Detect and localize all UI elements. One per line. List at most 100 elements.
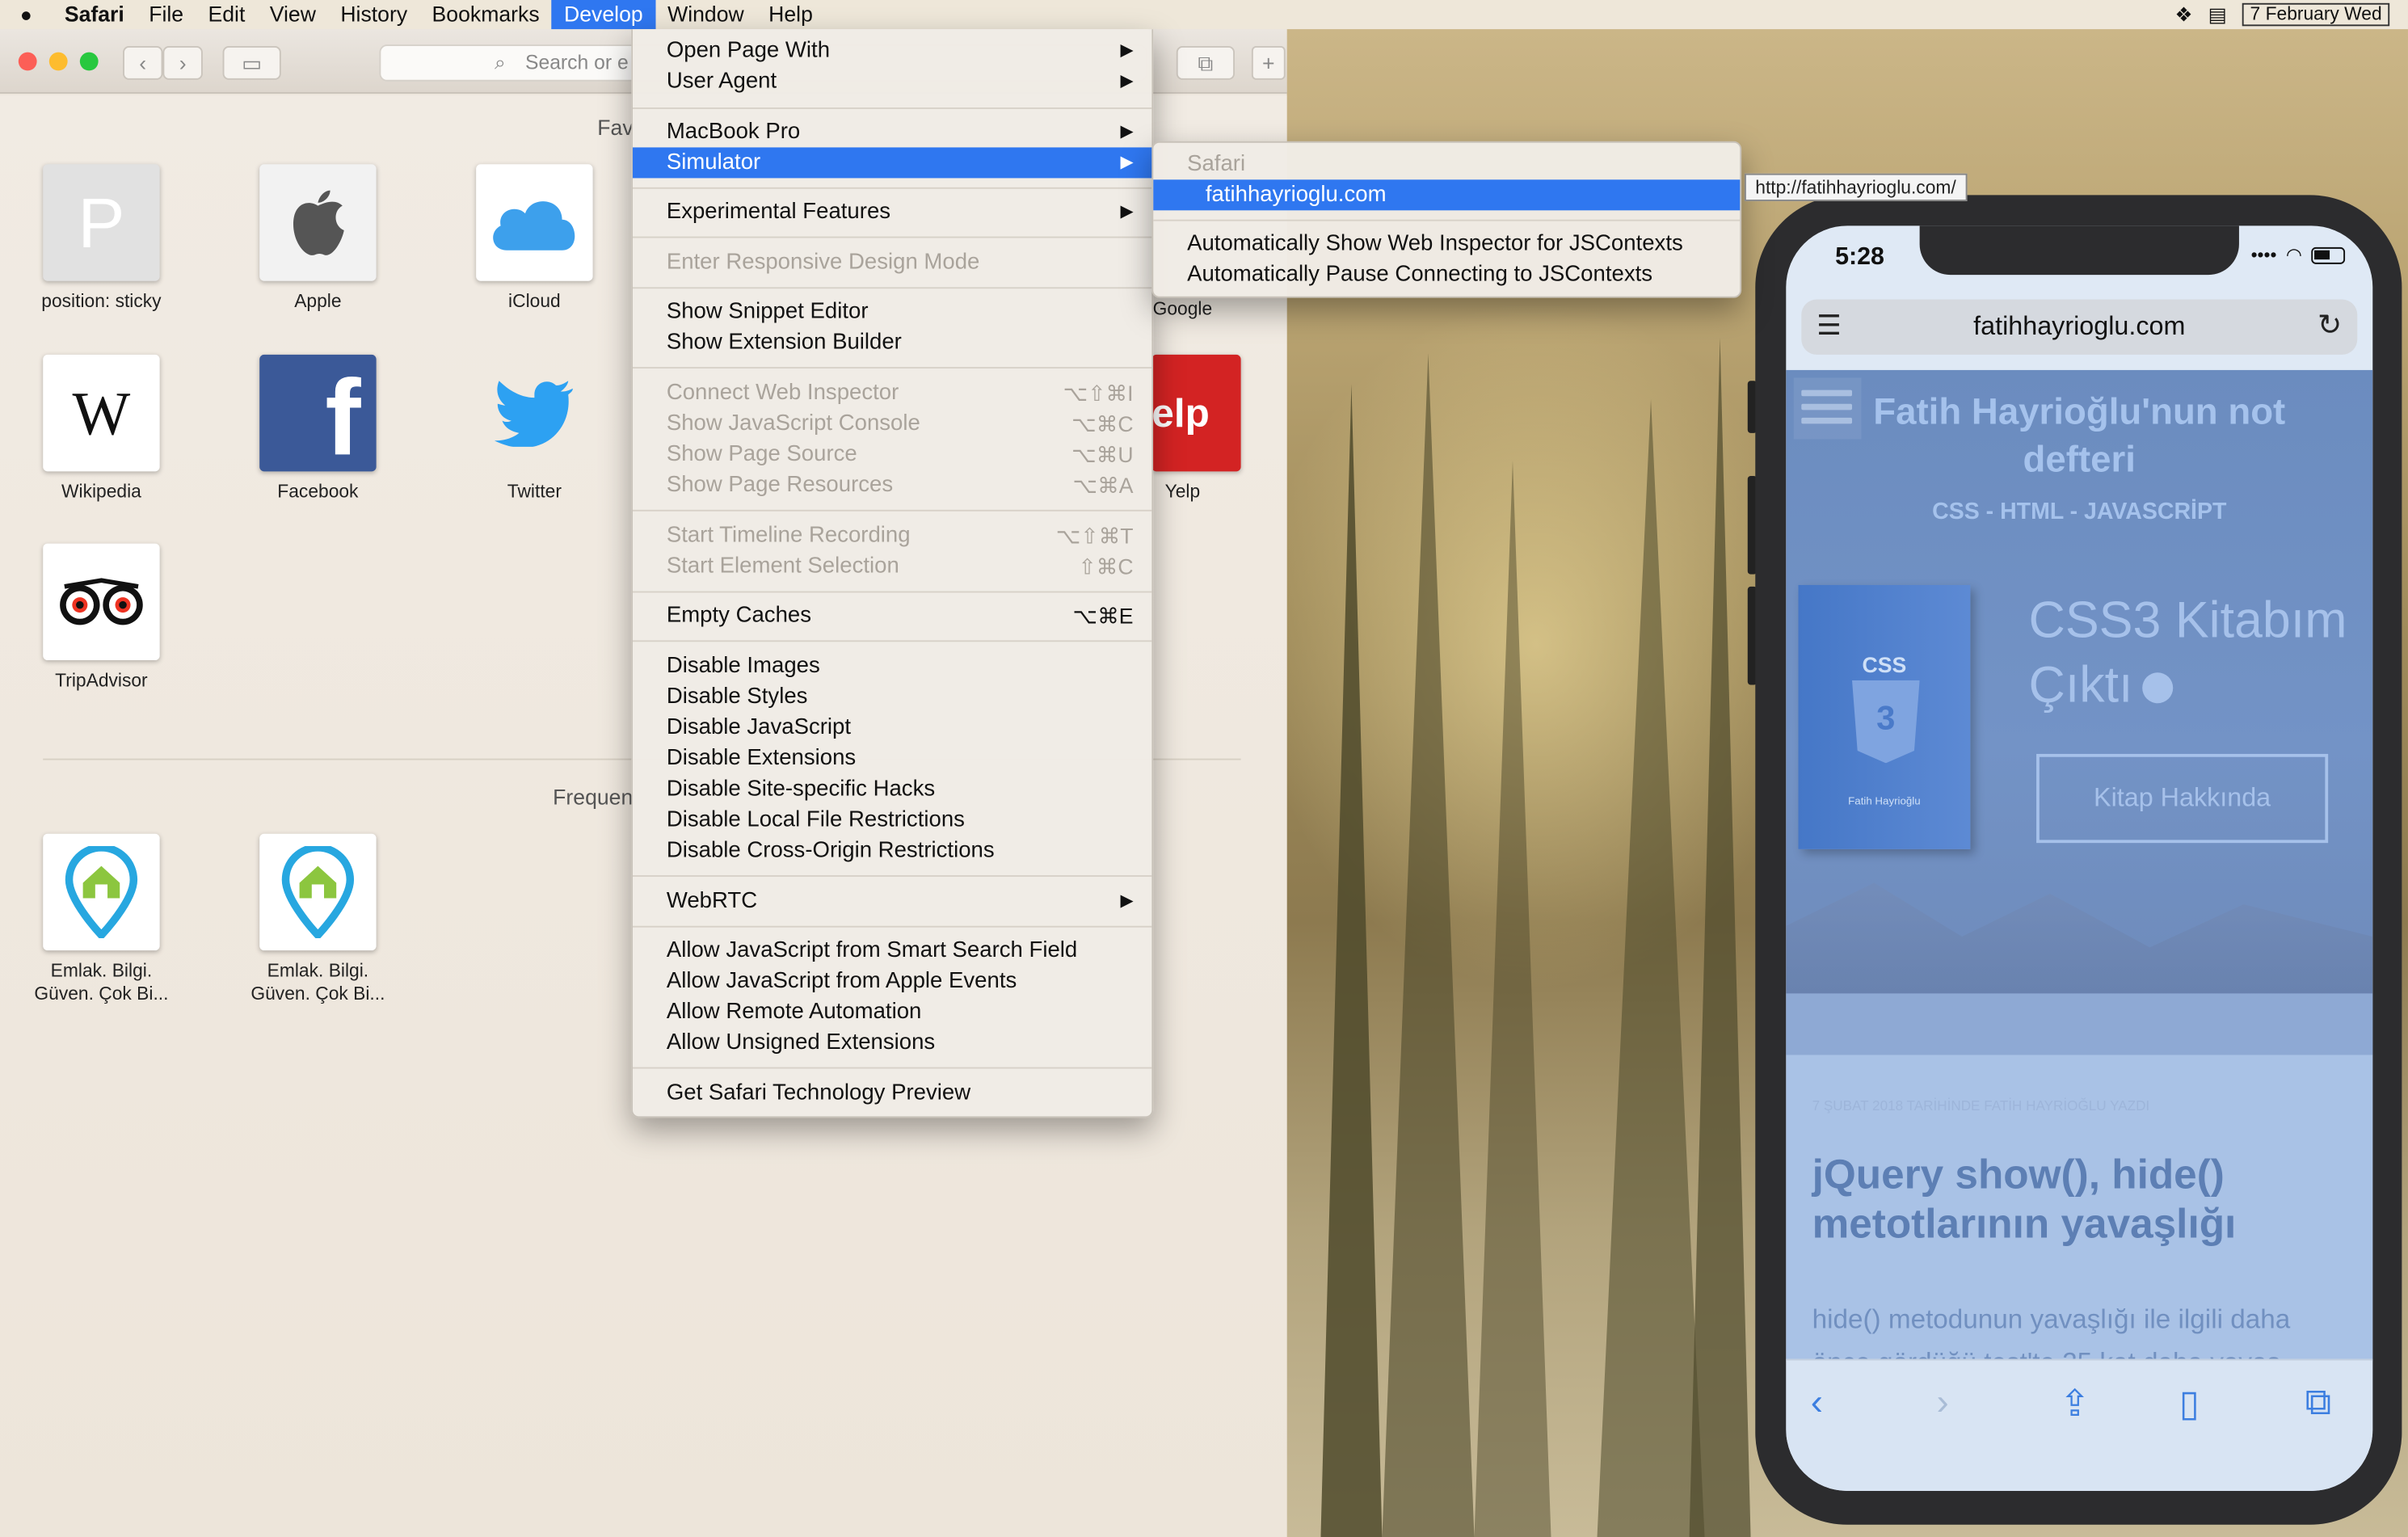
- menu-separator: [633, 236, 1152, 238]
- submenu-item-auto-pause[interactable]: Automatically Pause Connecting to JSCont…: [1153, 259, 1740, 290]
- favorite-twitter[interactable]: Twitter: [442, 355, 626, 503]
- menu-item-simulator[interactable]: Simulator ▶: [633, 147, 1152, 179]
- favorite-apple[interactable]: Apple: [225, 164, 410, 313]
- favorite-icloud[interactable]: iCloud: [442, 164, 626, 313]
- site-subtitle: CSS - HTML - JAVASCRİPT: [1932, 499, 2227, 525]
- mobile-url-bar[interactable]: ☰ fatihhayrioglu.com ↻: [1801, 299, 2358, 355]
- menu-item-user-agent[interactable]: User Agent ▶: [633, 66, 1151, 97]
- menu-bookmarks[interactable]: Bookmarks: [419, 0, 552, 29]
- location-house-icon: [259, 833, 377, 951]
- submenu-item-fatihhayrioglu[interactable]: fatihhayrioglu.com: [1153, 179, 1741, 211]
- new-tab-icon[interactable]: +: [1251, 46, 1286, 80]
- menu-edit[interactable]: Edit: [196, 0, 257, 29]
- menu-item-disable-styles[interactable]: Disable Styles: [633, 682, 1151, 713]
- menu-item-empty-caches[interactable]: Empty Caches ⌥⌘E: [633, 600, 1151, 631]
- css3-book-cover[interactable]: CSS 3 Fatih Hayrioğlu: [1798, 584, 1971, 849]
- post-meta: 7 ŞUBAT 2018 TARİHİNDE FATİH HAYRİOĞLU Y…: [1812, 1097, 2150, 1114]
- menu-history[interactable]: History: [328, 0, 419, 29]
- menu-item-disable-site-specific-hacks[interactable]: Disable Site-specific Hacks: [633, 774, 1151, 805]
- notch: [1919, 225, 2239, 276]
- docker-icon[interactable]: ▤: [2208, 2, 2227, 27]
- menu-bar: ● Safari File Edit View History Bookmark…: [0, 0, 2408, 30]
- menu-separator: [633, 1067, 1152, 1069]
- favorites-heading: Fav: [597, 115, 634, 140]
- menu-safari[interactable]: Safari: [53, 0, 137, 29]
- submenu-arrow-icon: ▶: [1120, 72, 1134, 91]
- menu-help[interactable]: Help: [756, 0, 825, 29]
- menu-item-show-snippet-editor[interactable]: Show Snippet Editor: [633, 297, 1151, 327]
- minimize-window-button[interactable]: [48, 52, 68, 71]
- submenu-item-auto-show-inspector[interactable]: Automatically Show Web Inspector for JSC…: [1153, 229, 1740, 259]
- back-button[interactable]: ‹: [123, 46, 163, 80]
- frequent-site-1[interactable]: Emlak. Bilgi. Güven. Çok Bi...: [9, 833, 193, 1006]
- menu-item-show-extension-builder[interactable]: Show Extension Builder: [633, 327, 1151, 358]
- menu-separator: [1153, 219, 1741, 221]
- menu-window[interactable]: Window: [655, 0, 756, 29]
- apple-menu-icon[interactable]: ●: [0, 3, 53, 27]
- forward-button[interactable]: ›: [162, 46, 203, 80]
- close-window-button[interactable]: [18, 52, 37, 71]
- favorite-tripadvisor[interactable]: TripAdvisor: [9, 543, 193, 693]
- favorite-facebook[interactable]: f Facebook: [225, 354, 410, 503]
- favorite-label: Twitter: [507, 480, 562, 503]
- mobile-back-icon[interactable]: ‹: [1811, 1382, 1823, 1425]
- menu-item-disable-extensions[interactable]: Disable Extensions: [633, 743, 1151, 774]
- menu-item-show-page-resources: Show Page Resources ⌥⌘A: [633, 470, 1151, 500]
- tabs-overview-icon[interactable]: ⧉: [1176, 46, 1236, 80]
- menu-item-open-page-with[interactable]: Open Page With ▶: [633, 36, 1151, 66]
- iphone-screen: 5:28 •••• ◠ ☰ fatihhayrioglu.com ↻ Fatih…: [1786, 225, 2373, 1491]
- favorite-wikipedia[interactable]: W Wikipedia: [9, 354, 193, 503]
- site-title[interactable]: Fatih Hayrioğlu'nun not defteri: [1832, 389, 2326, 484]
- menu-separator: [633, 925, 1152, 928]
- yelp-logo-icon: elp: [1151, 354, 1241, 472]
- dropbox-icon[interactable]: ❖: [2175, 2, 2193, 27]
- submenu-arrow-icon: ▶: [1120, 202, 1134, 221]
- frequent-site-label: Emlak. Bilgi. Güven. Çok Bi...: [34, 959, 169, 1004]
- menu-item-allow-js-apple-events[interactable]: Allow JavaScript from Apple Events: [633, 966, 1151, 996]
- menu-item-allow-unsigned-extensions[interactable]: Allow Unsigned Extensions: [633, 1027, 1151, 1058]
- book-author: Fatih Hayrioğlu: [1848, 797, 1921, 808]
- hero-heading: CSS3 Kitabım Çıktı: [2028, 591, 2347, 713]
- share-icon[interactable]: ⇪: [2060, 1382, 2090, 1426]
- menu-view[interactable]: View: [258, 0, 329, 29]
- hero-bottom-band: [1786, 993, 2373, 1055]
- menu-item-show-page-source: Show Page Source ⌥⌘U: [633, 439, 1151, 470]
- menu-separator: [633, 187, 1152, 189]
- favorite-position-sticky[interactable]: P position: sticky: [9, 164, 193, 313]
- kitap-hakkinda-button[interactable]: Kitap Hakkında: [2036, 753, 2329, 844]
- shortcut: ⌥⌘A: [1072, 473, 1134, 498]
- wifi-icon: ◠: [2285, 244, 2302, 266]
- menu-item-connect-web-inspector: Connect Web Inspector ⌥⇧⌘I: [633, 377, 1151, 408]
- apple-logo-icon: [259, 164, 377, 281]
- frequent-site-label: Emlak. Bilgi. Güven. Çok Bi...: [250, 959, 385, 1004]
- frequent-site-2[interactable]: Emlak. Bilgi. Güven. Çok Bi...: [225, 833, 410, 1006]
- post-title[interactable]: jQuery show(), hide() metotlarının yavaş…: [1812, 1150, 2350, 1249]
- submenu-header-safari: Safari: [1187, 152, 1246, 177]
- mobile-safari-toolbar: ‹ › ⇪ ▯ ⧉: [1786, 1358, 2373, 1491]
- menu-item-experimental-features[interactable]: Experimental Features ▶: [633, 196, 1151, 227]
- menu-item-get-safari-technology-preview[interactable]: Get Safari Technology Preview: [633, 1078, 1151, 1109]
- menu-item-webrtc[interactable]: WebRTC ▶: [633, 886, 1151, 916]
- shortcut: ⌥⇧⌘I: [1063, 381, 1134, 406]
- menu-item-macbook-pro[interactable]: MacBook Pro ▶: [633, 116, 1151, 147]
- favorite-label: Apple: [294, 290, 342, 312]
- menu-develop[interactable]: Develop: [551, 0, 655, 30]
- menu-item-allow-js-smart-search[interactable]: Allow JavaScript from Smart Search Field: [633, 935, 1151, 966]
- mobile-forward-icon[interactable]: ›: [1937, 1382, 1949, 1425]
- menu-item-allow-remote-automation[interactable]: Allow Remote Automation: [633, 996, 1151, 1027]
- favorite-label: iCloud: [508, 290, 561, 312]
- sidebar-toggle-icon[interactable]: ▭: [222, 46, 281, 80]
- menu-item-disable-javascript[interactable]: Disable JavaScript: [633, 713, 1151, 743]
- menu-item-disable-images[interactable]: Disable Images: [633, 651, 1151, 682]
- tabs-icon[interactable]: ⧉: [2305, 1382, 2332, 1425]
- menubar-date[interactable]: 7 February Wed: [2242, 2, 2390, 27]
- zoom-window-button[interactable]: [79, 52, 99, 71]
- menu-item-disable-cross-origin-restrictions[interactable]: Disable Cross-Origin Restrictions: [633, 836, 1151, 866]
- favorite-label: Wikipedia: [61, 480, 141, 503]
- menu-item-disable-local-file-restrictions[interactable]: Disable Local File Restrictions: [633, 805, 1151, 836]
- menu-file[interactable]: File: [137, 0, 196, 29]
- reload-icon[interactable]: ↻: [2317, 309, 2342, 344]
- url-tooltip: http://fatihhayrioglu.com/: [1744, 173, 1968, 201]
- css3-shield-icon: 3: [1852, 680, 1920, 764]
- bookmarks-book-icon[interactable]: ▯: [2179, 1382, 2200, 1426]
